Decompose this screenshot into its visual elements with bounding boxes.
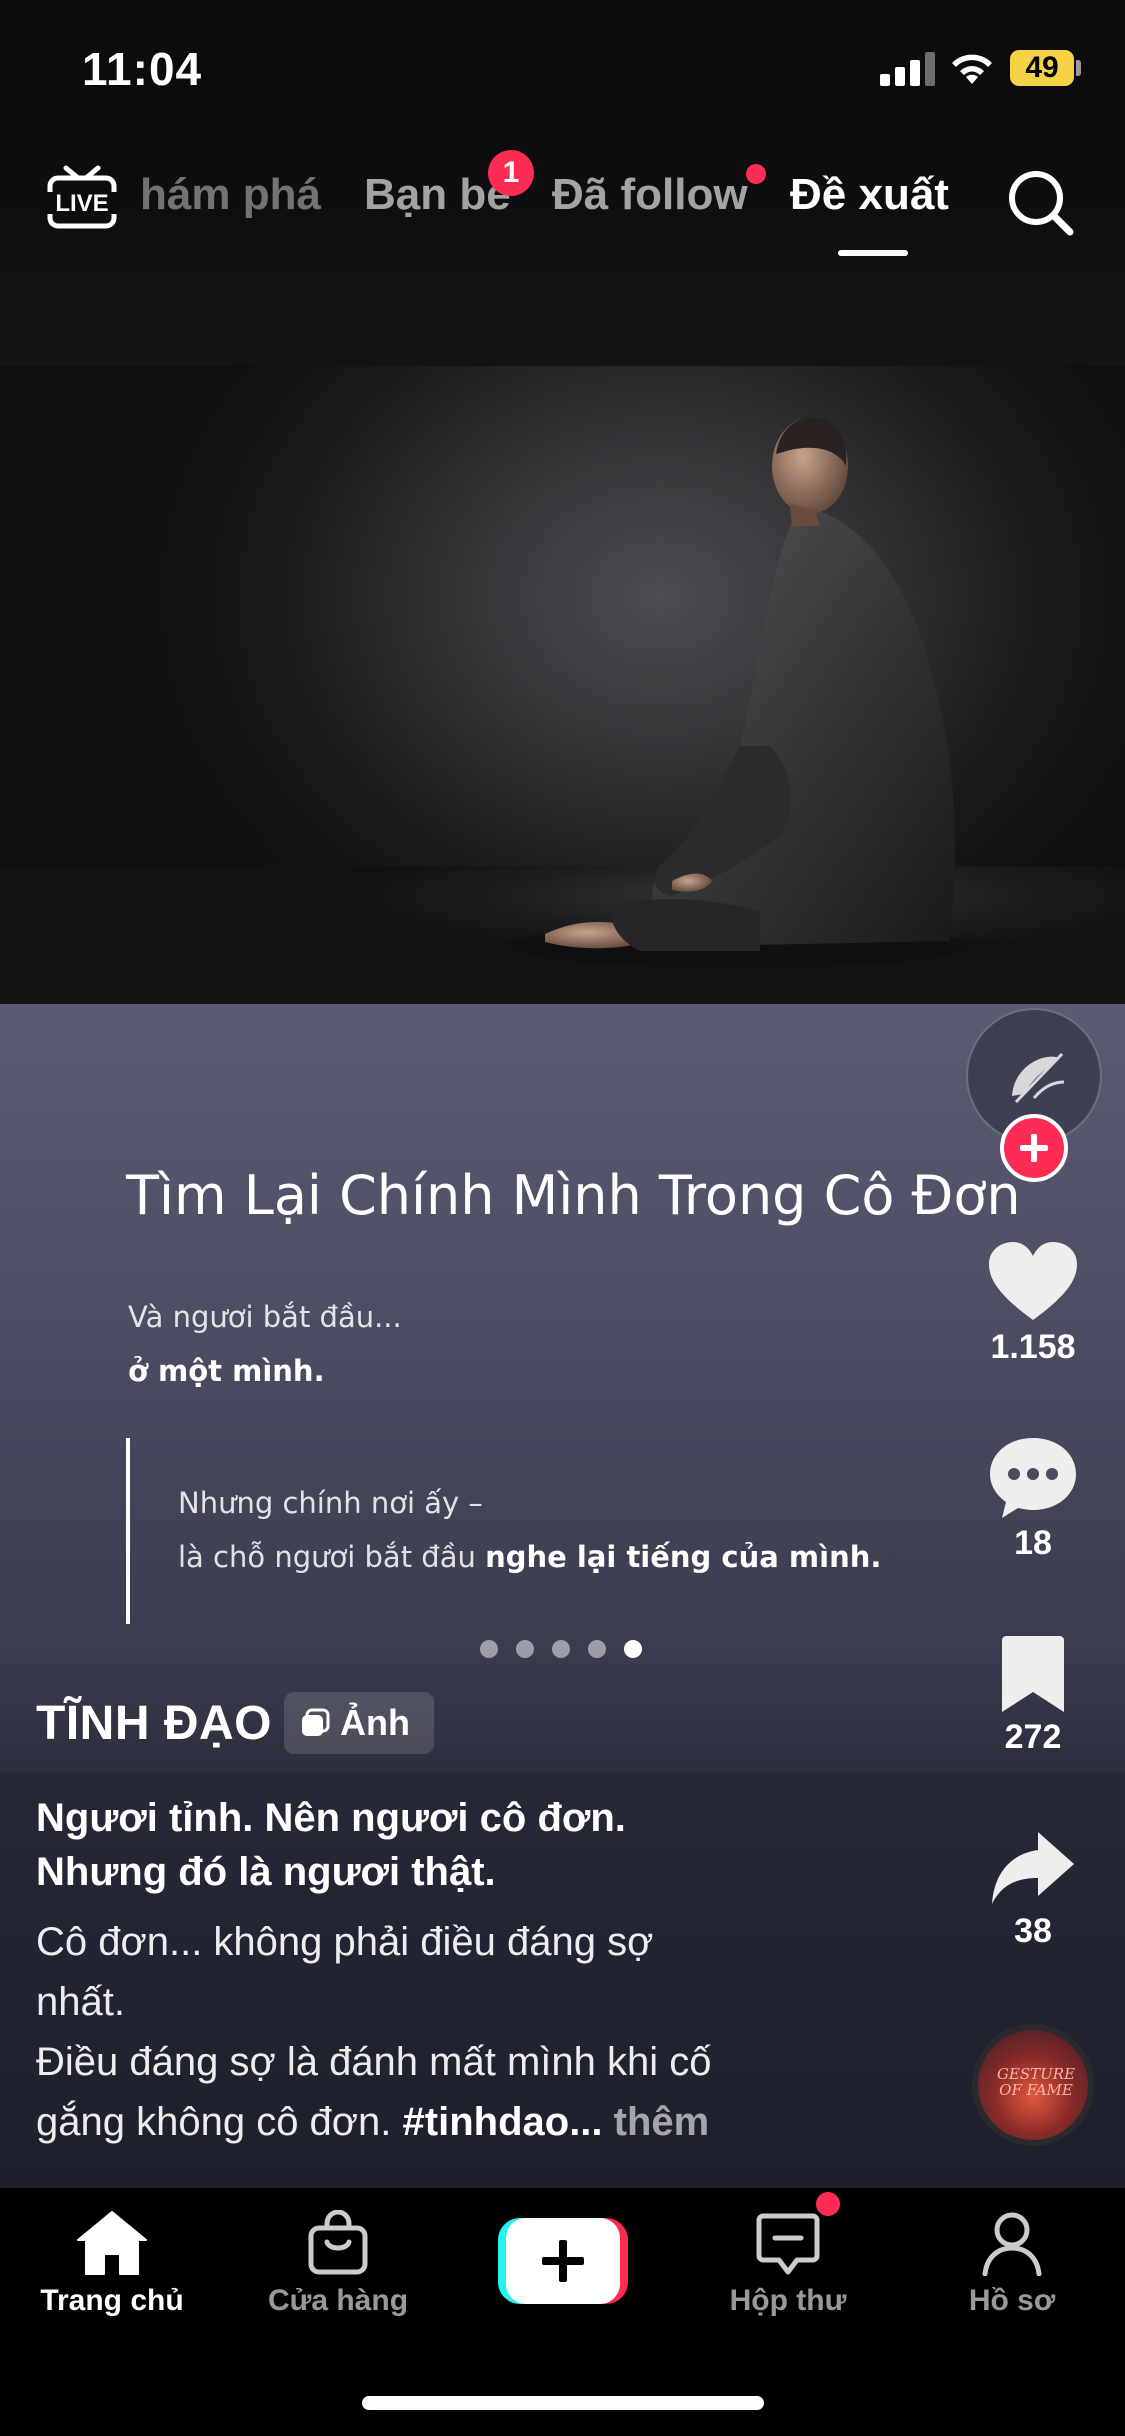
slide-quote-2: là chỗ ngươi bắt đầu nghe lại tiếng của …: [178, 1540, 881, 1574]
like-action[interactable]: 1.158: [978, 1240, 1088, 1367]
shopping-bag-icon: [308, 2210, 368, 2275]
slide-quote-1: Nhưng chính nơi ấy –: [178, 1486, 483, 1520]
top-nav: LIVE hám phá Bạn bè 1 Đã follow Đề xuất: [0, 130, 1125, 366]
search-icon[interactable]: [1006, 168, 1076, 238]
battery-cap: [1076, 60, 1081, 76]
slide-quote-2-bold: nghe lại tiếng của mình.: [485, 1540, 882, 1574]
save-count: 272: [1004, 1718, 1062, 1756]
hashtag-link[interactable]: #tinhdao: [403, 2100, 570, 2144]
like-count: 1.158: [990, 1328, 1076, 1366]
caption-line-3: Điều đáng sợ là đánh mất mình khi cố: [36, 2040, 712, 2084]
plus-icon-vertical: [559, 2240, 567, 2282]
battery-icon: 49: [1010, 50, 1074, 86]
music-disc-text: GESTURE OF FAME: [996, 2065, 1076, 2099]
tab-home[interactable]: Trang chủ: [22, 2210, 202, 2318]
page-dot: [552, 1640, 570, 1658]
tab-inbox[interactable]: Hộp thư: [698, 2210, 878, 2318]
page-dot: [588, 1640, 606, 1658]
live-label: LIVE: [55, 190, 108, 217]
bookmark-icon[interactable]: [1000, 1634, 1066, 1714]
more-button[interactable]: thêm: [603, 2100, 710, 2144]
caption-line-4-text: gắng không cô đơn.: [36, 2100, 403, 2144]
tab-profile-label: Hồ sơ: [968, 2284, 1056, 2317]
comment-count: 18: [1014, 1524, 1052, 1562]
tab-following[interactable]: Đã follow: [552, 170, 748, 220]
tab-shop-label: Cửa hàng: [267, 2284, 409, 2317]
comment-icon[interactable]: [988, 1436, 1078, 1520]
caption-title-line-2: Nhưng đó là ngươi thật.: [36, 1850, 496, 1894]
cellular-signal-icon: [880, 52, 936, 86]
caption-area: Ngươi tỉnh. Nên ngươi cô đơn. Nhưng đó l…: [0, 1772, 1125, 2188]
wifi-icon: [952, 54, 992, 84]
slide-title: Tìm Lại Chính Mình Trong Cô Đơn: [126, 1164, 1021, 1227]
caption-ellipsis: ...: [569, 2100, 603, 2144]
tab-explore[interactable]: hám phá: [140, 170, 321, 220]
quote-bar: [126, 1438, 130, 1624]
inbox-notification-dot: [816, 2192, 840, 2216]
status-bar: 11:04 49: [0, 0, 1125, 130]
slide-line-2: ở một mình.: [128, 1354, 325, 1388]
slide-line-1: Và ngươi bắt đầu...: [128, 1300, 402, 1334]
page-dot-active: [624, 1640, 642, 1658]
page-dot: [516, 1640, 534, 1658]
caption-line-2: nhất.: [36, 1980, 125, 2024]
comment-action[interactable]: 18: [978, 1436, 1088, 1563]
share-action[interactable]: 38: [978, 1828, 1088, 1951]
profile-icon: [982, 2212, 1042, 2276]
inbox-icon: [756, 2213, 820, 2275]
meditating-monk-image: [510, 417, 970, 968]
music-disc[interactable]: GESTURE OF FAME: [972, 2024, 1094, 2146]
live-icon[interactable]: LIVE: [46, 162, 118, 234]
tab-home-label: Trang chủ: [40, 2284, 184, 2317]
tab-profile[interactable]: Hồ sơ: [922, 2210, 1102, 2318]
create-button[interactable]: [498, 2218, 628, 2304]
slide-quote-2-text: là chỗ ngươi bắt đầu: [178, 1540, 486, 1574]
photo-stack-icon: [302, 1708, 330, 1736]
tab-shop[interactable]: Cửa hàng: [248, 2210, 428, 2318]
caption-line-4: gắng không cô đơn. #tinhdao... thêm: [36, 2100, 709, 2145]
photo-type-chip: Ảnh: [284, 1692, 434, 1754]
author-name[interactable]: TĨNH ĐẠO: [36, 1696, 272, 1751]
photo-chip-label: Ảnh: [340, 1702, 410, 1743]
share-count: 38: [1014, 1912, 1052, 1950]
home-indicator[interactable]: [362, 2396, 764, 2410]
post-slide[interactable]: Tìm Lại Chính Mình Trong Cô Đơn Và ngươi…: [0, 1004, 1125, 1772]
tab-for-you[interactable]: Đề xuất: [790, 170, 949, 220]
status-time: 11:04: [82, 43, 203, 95]
page-indicator: [480, 1640, 650, 1660]
caption-line-1: Cô đơn... không phải điều đáng sợ: [36, 1920, 654, 1964]
heart-icon[interactable]: [987, 1240, 1079, 1324]
save-action[interactable]: 272: [978, 1634, 1088, 1757]
friends-badge: 1: [488, 150, 534, 196]
post-photo[interactable]: [0, 366, 1125, 1004]
tab-inbox-label: Hộp thư: [729, 2284, 847, 2317]
share-icon[interactable]: [990, 1828, 1076, 1908]
following-notification-dot: [746, 164, 766, 184]
creator-logo-icon: [1012, 1052, 1065, 1104]
caption-title-line-1: Ngươi tỉnh. Nên ngươi cô đơn.: [36, 1796, 626, 1840]
active-tab-indicator: [838, 250, 908, 256]
follow-button[interactable]: [1000, 1114, 1068, 1182]
home-icon: [77, 2211, 147, 2275]
page-dot: [480, 1640, 498, 1658]
